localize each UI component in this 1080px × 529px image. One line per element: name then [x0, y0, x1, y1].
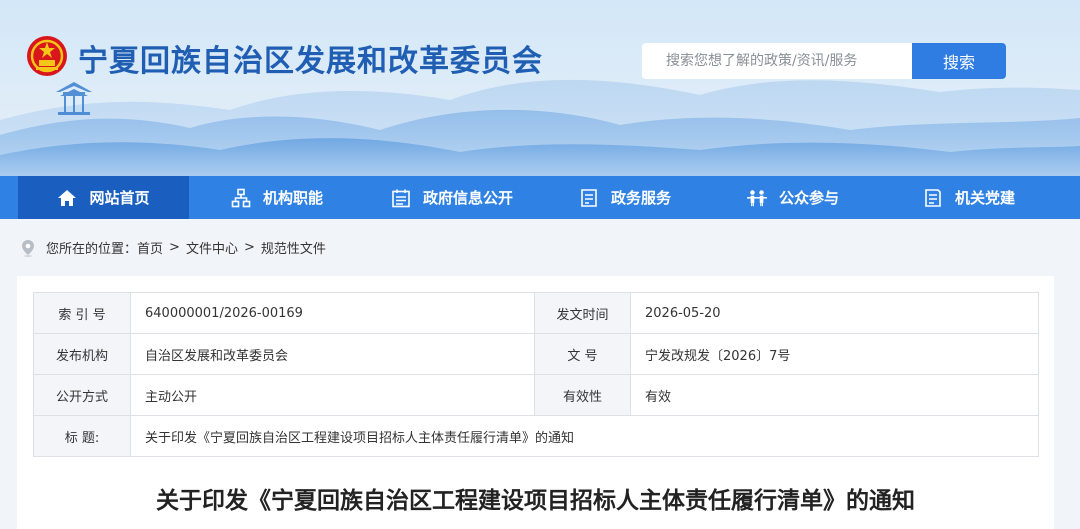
- breadcrumb-prefix: 您所在的位置：: [46, 242, 138, 257]
- service-doc-icon: [579, 188, 599, 208]
- index-number-value: 640000001/2026-00169: [130, 292, 535, 334]
- issue-date-label: 发文时间: [534, 292, 631, 334]
- breadcrumb-normative-documents[interactable]: 规范性文件: [261, 238, 326, 257]
- document-title: 关于印发《宁夏回族自治区工程建设项目招标人主体责任履行清单》的通知: [156, 488, 915, 514]
- search-input[interactable]: [642, 43, 912, 79]
- party-doc-icon: [923, 188, 943, 208]
- main-nav: 网站首页 机构职能 政府信息公开 政务服务 公众参与 机关党建: [0, 176, 1080, 219]
- nav-item-label: 公众参与: [778, 189, 839, 207]
- breadcrumb-home[interactable]: 首页: [137, 238, 163, 257]
- breadcrumb-separator: >: [169, 240, 180, 255]
- nav-item-label: 政务服务: [610, 189, 671, 207]
- header-banner: 宁夏回族自治区发展和改革委员会 搜索: [0, 0, 1080, 176]
- disclosure-method-label: 公开方式: [33, 374, 131, 416]
- document-number-label: 文 号: [534, 333, 631, 375]
- nav-item-government-services[interactable]: 政务服务: [560, 176, 690, 219]
- people-icon: [746, 188, 767, 208]
- document-panel: 索 引 号 640000001/2026-00169 发文时间 2026-05-…: [17, 276, 1054, 529]
- nav-item-info-disclosure[interactable]: 政府信息公开: [372, 176, 532, 219]
- location-pin-icon: [22, 239, 34, 257]
- calendar-list-icon: [391, 188, 411, 208]
- org-chart-icon: [231, 188, 251, 208]
- document-info-table: 索 引 号 640000001/2026-00169 发文时间 2026-05-…: [33, 292, 1039, 457]
- issuing-agency-value: 自治区发展和改革委员会: [130, 333, 535, 375]
- nav-item-organization[interactable]: 机构职能: [212, 176, 342, 219]
- national-emblem-icon: [27, 36, 67, 76]
- validity-label: 有效性: [534, 374, 631, 416]
- disclosure-method-value: 主动公开: [130, 374, 535, 416]
- home-icon: [57, 188, 77, 208]
- nav-item-label: 网站首页: [89, 189, 150, 207]
- breadcrumb-file-center[interactable]: 文件中心: [186, 238, 238, 257]
- index-number-label: 索 引 号: [33, 292, 131, 334]
- validity-value: 有效: [630, 374, 1039, 416]
- nav-item-party-building[interactable]: 机关党建: [904, 176, 1034, 219]
- document-number-value: 宁发改规发〔2026〕7号: [630, 333, 1039, 375]
- breadcrumb-separator: >: [243, 240, 255, 255]
- table-row: 标 题: 关于印发《宁夏回族自治区工程建设项目招标人主体责任履行清单》的通知: [33, 415, 1039, 457]
- breadcrumb: 您所在的位置： 首页 > 文件中心 > 规范性文件: [0, 219, 1080, 276]
- title-label: 标 题:: [33, 415, 131, 457]
- table-row: 索 引 号 640000001/2026-00169 发文时间 2026-05-…: [33, 292, 1039, 334]
- title-value: 关于印发《宁夏回族自治区工程建设项目招标人主体责任履行清单》的通知: [130, 415, 1039, 457]
- issue-date-value: 2026-05-20: [630, 292, 1039, 334]
- search-button[interactable]: 搜索: [912, 43, 1006, 79]
- nav-item-label: 政府信息公开: [422, 189, 513, 207]
- nav-item-home[interactable]: 网站首页: [18, 176, 189, 219]
- table-row: 公开方式 主动公开 有效性 有效: [33, 374, 1039, 416]
- nav-item-label: 机关党建: [954, 189, 1015, 207]
- nav-item-label: 机构职能: [262, 189, 323, 207]
- site-title: 宁夏回族自治区发展和改革委员会: [78, 44, 543, 79]
- issuing-agency-label: 发布机构: [33, 333, 131, 375]
- landscape-background: [0, 79, 1080, 176]
- nav-item-public-participation[interactable]: 公众参与: [728, 176, 858, 219]
- table-row: 发布机构 自治区发展和改革委员会 文 号 宁发改规发〔2026〕7号: [33, 333, 1039, 375]
